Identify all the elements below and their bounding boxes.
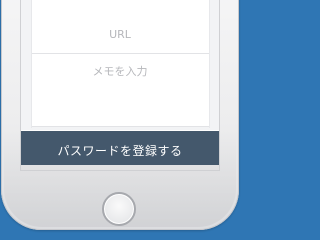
form-right-border	[209, 0, 210, 128]
url-placeholder: URL	[109, 27, 131, 41]
previous-field[interactable]	[31, 0, 209, 16]
register-password-button[interactable]: パスワードを登録する	[21, 131, 219, 165]
form-left-border	[31, 0, 32, 128]
home-button-icon[interactable]	[102, 192, 136, 226]
form-list: URL メモを入力	[21, 0, 219, 130]
memo-placeholder: メモを入力	[92, 65, 148, 78]
memo-field[interactable]: メモを入力	[31, 54, 209, 127]
app-screen: URL メモを入力 パスワードを登録する	[21, 0, 219, 165]
url-field[interactable]: URL	[31, 15, 209, 54]
